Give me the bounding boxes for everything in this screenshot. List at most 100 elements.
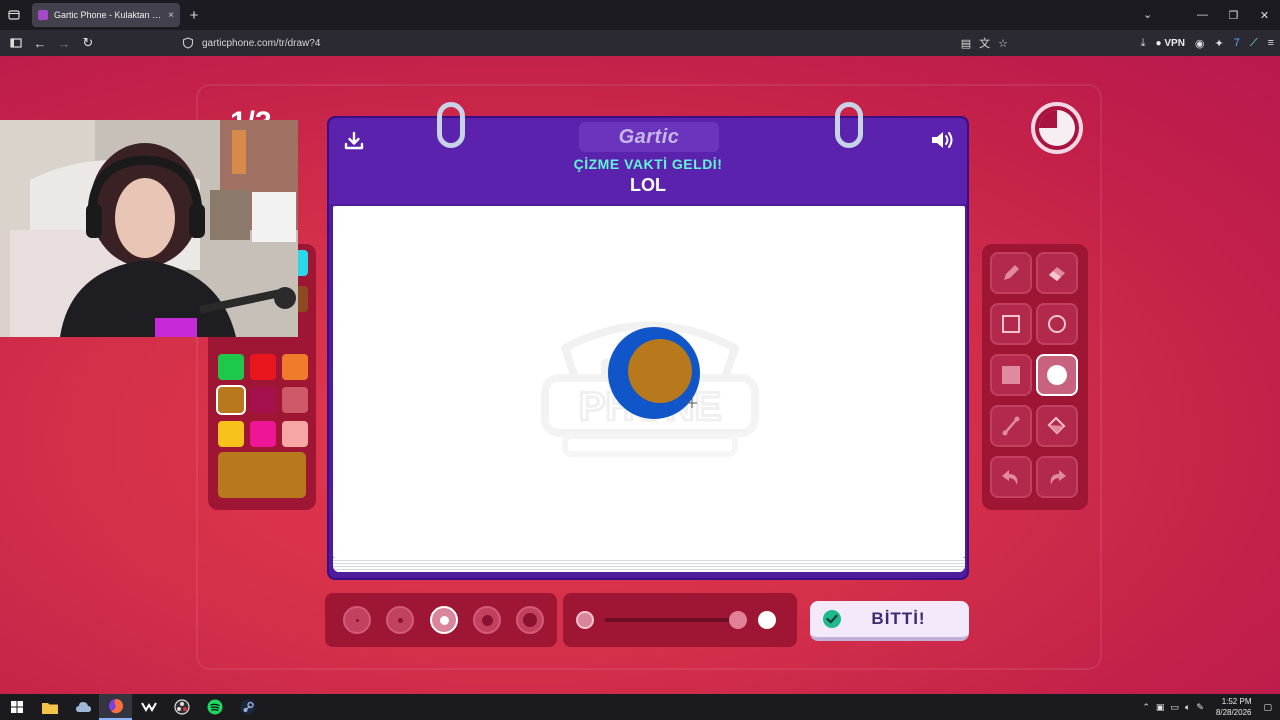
opacity-slider-track[interactable] <box>605 618 737 622</box>
shield-icon <box>182 37 194 49</box>
tab-close-icon[interactable]: × <box>168 10 174 21</box>
rectangle-filled-icon <box>1002 366 1020 384</box>
url-text: garticphone.com/tr/draw?4 <box>202 37 321 49</box>
current-color-preview <box>218 452 306 498</box>
round-timer <box>1031 102 1083 154</box>
extension-translate-icon[interactable]: 7 <box>1234 37 1240 49</box>
webcam-feed-image <box>0 120 298 337</box>
browser-tab[interactable]: Gartic Phone - Kulaktan Kulağa × <box>32 3 180 27</box>
pencil-icon <box>1004 265 1019 280</box>
redo-icon <box>1050 470 1066 485</box>
brush-size-5[interactable] <box>516 606 544 634</box>
done-button[interactable]: BİTTİ! <box>810 601 969 641</box>
pencil-tool[interactable] <box>990 252 1032 294</box>
notifications-icon[interactable]: ▢ <box>1263 702 1272 713</box>
spotify-icon[interactable] <box>198 694 231 720</box>
network-icon[interactable]: ▭ <box>1170 702 1179 713</box>
translate-icon[interactable]: 文 <box>979 35 990 51</box>
color-swatch-orange[interactable] <box>282 354 308 380</box>
download-icon[interactable]: ⤓ <box>1141 37 1146 50</box>
drawing-canvas[interactable]: PHONE <box>333 206 965 558</box>
filled-ellipse-tool[interactable] <box>1036 354 1078 396</box>
clock-date: 8/28/2026 <box>1215 708 1252 717</box>
bookmark-star-icon[interactable]: ☆ <box>998 37 1008 50</box>
window-controls: — ❐ ✕ <box>1187 0 1280 30</box>
tab-overview-icon[interactable] <box>0 0 28 30</box>
color-swatch-red[interactable] <box>250 354 276 380</box>
ellipse-tool[interactable] <box>1036 303 1078 345</box>
account-icon[interactable]: ◉ <box>1195 37 1205 50</box>
tray-display-icon[interactable]: ▣ <box>1156 702 1165 713</box>
opacity-low-icon <box>576 611 594 629</box>
volume-icon[interactable]: 🔈︎ <box>1185 702 1190 713</box>
tray-overflow-icon[interactable]: ⌃ <box>1142 702 1150 713</box>
sound-icon[interactable] <box>929 128 955 152</box>
binder-ring-left <box>437 102 465 148</box>
cloud-app-icon[interactable] <box>66 694 99 720</box>
color-swatch-brown[interactable] <box>216 385 246 415</box>
windows-taskbar: ⌃ ▣ ▭ 🔈︎ ✎ 1:52 PM 8/28/2026 ▢ <box>0 694 1280 720</box>
reader-view-icon[interactable]: ▤ <box>961 37 971 50</box>
browser-nav-bar: ← → ↻ garticphone.com/tr/draw?4 ▤ 文 ☆ ⤓ … <box>0 30 1280 56</box>
sidebar-toggle-icon[interactable] <box>4 30 28 56</box>
address-bar[interactable]: garticphone.com/tr/draw?4 <box>176 33 1008 53</box>
line-tool[interactable] <box>990 405 1032 447</box>
brush-size-3[interactable] <box>430 606 458 634</box>
line-icon <box>1002 416 1020 436</box>
obs-icon[interactable] <box>165 694 198 720</box>
restore-icon[interactable]: ❐ <box>1218 9 1249 22</box>
check-badge-icon <box>823 610 841 628</box>
color-swatch-maroon[interactable] <box>250 387 276 413</box>
color-swatch-rose[interactable] <box>282 387 308 413</box>
filled-rectangle-tool[interactable] <box>990 354 1032 396</box>
toolbar-right: ⤓ ● VPN ◉ ✦ 7 ⟋ ≡ <box>1141 30 1274 56</box>
color-swatch-yellow[interactable] <box>218 421 244 447</box>
address-bar-actions: ▤ 文 ☆ <box>961 30 1008 56</box>
opacity-panel <box>563 593 797 647</box>
vpn-label: VPN <box>1164 37 1185 49</box>
new-tab-button[interactable]: + <box>180 7 208 24</box>
reload-icon[interactable]: ↻ <box>76 30 100 56</box>
brush-size-1[interactable] <box>343 606 371 634</box>
system-clock[interactable]: 1:52 PM 8/28/2026 <box>1216 696 1252 718</box>
extension-pen-icon[interactable]: ⟋ <box>1250 37 1258 50</box>
forward-icon[interactable]: → <box>52 30 76 56</box>
steam-icon[interactable] <box>231 694 264 720</box>
fill-bucket-tool[interactable] <box>1036 405 1078 447</box>
paper-stack-edge <box>333 558 965 572</box>
opacity-high-icon <box>758 611 776 629</box>
brush-size-2[interactable] <box>386 606 414 634</box>
color-swatch-light-pink[interactable] <box>282 421 308 447</box>
browser-tab-bar: Gartic Phone - Kulaktan Kulağa × + ⌄ — ❐… <box>0 0 1280 30</box>
draw-word: LOL <box>630 175 666 195</box>
eraser-tool[interactable] <box>1036 252 1078 294</box>
close-window-icon[interactable]: ✕ <box>1249 9 1280 22</box>
clock-time: 1:52 PM <box>1221 697 1252 706</box>
rectangle-tool[interactable] <box>990 303 1032 345</box>
download-drawing-icon[interactable] <box>343 130 365 152</box>
tab-title: Gartic Phone - Kulaktan Kulağa <box>54 10 162 20</box>
brush-size-4[interactable] <box>473 606 501 634</box>
vpn-button[interactable]: ● VPN <box>1156 38 1185 49</box>
minimize-icon[interactable]: — <box>1187 9 1218 21</box>
gartic-favicon-icon <box>38 10 48 20</box>
color-swatch-green[interactable] <box>218 354 244 380</box>
redo-button[interactable] <box>1036 456 1078 498</box>
undo-icon <box>1002 470 1018 485</box>
done-button-label: BİTTİ! <box>871 609 926 628</box>
undo-button[interactable] <box>990 456 1032 498</box>
back-icon[interactable]: ← <box>28 30 52 56</box>
pen-tray-icon[interactable]: ✎ <box>1196 702 1204 713</box>
color-swatch-pink[interactable] <box>250 421 276 447</box>
brush-size-panel <box>325 593 557 647</box>
mail-app-icon[interactable] <box>132 694 165 720</box>
chevron-down-icon[interactable]: ⌄ <box>1143 8 1152 21</box>
opacity-slider-handle[interactable] <box>729 611 747 629</box>
timer-pie-icon <box>1039 110 1075 146</box>
rectangle-outline-icon <box>1002 315 1020 333</box>
file-explorer-icon[interactable] <box>33 694 66 720</box>
windows-start-icon[interactable] <box>0 694 33 720</box>
menu-icon[interactable]: ≡ <box>1268 37 1274 49</box>
extensions-icon[interactable]: ✦ <box>1215 37 1224 50</box>
firefox-icon[interactable] <box>99 694 132 720</box>
